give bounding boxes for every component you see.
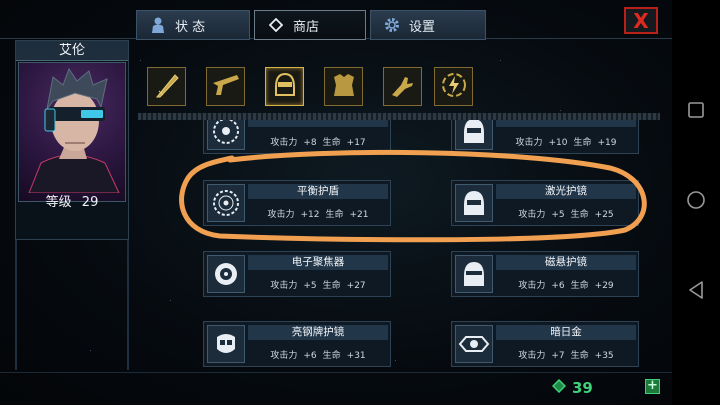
- armor-icon: [330, 71, 358, 103]
- item-stats: 攻击力 +7 生命 +35: [518, 351, 614, 361]
- item-stats: 攻击力 +5 生命 +25: [518, 210, 614, 220]
- lens-icon: [207, 255, 245, 293]
- item-name: 平衡护盾: [248, 184, 388, 199]
- item-name: 磁悬护镜: [496, 255, 636, 270]
- character-name: 艾伦: [16, 41, 128, 61]
- footer-divider: [0, 372, 672, 373]
- tab-status[interactable]: 状 态: [136, 10, 250, 40]
- item-name: 暗日金: [496, 325, 636, 340]
- shop-item[interactable]: 暗日金 攻击力 +7 生命 +35: [451, 321, 639, 367]
- shop-item[interactable]: 亮钢牌护镜 攻击力 +6 生命 +31: [203, 321, 391, 367]
- side-rail: [15, 240, 17, 370]
- energy-icon: [440, 71, 468, 103]
- category-helmet[interactable]: [265, 67, 304, 106]
- gem-icon: [551, 378, 567, 397]
- category-glove[interactable]: [383, 67, 422, 106]
- character-panel: 艾伦 等级 29: [15, 40, 129, 240]
- helmet-icon: [455, 184, 493, 222]
- shop-item[interactable]: 平衡护盾 攻击力 +12 生命 +21: [203, 180, 391, 226]
- level-row: 等级 29: [16, 191, 128, 210]
- triangle-back-icon: [687, 280, 705, 304]
- item-stats: 攻击力 +12 生命 +21: [267, 210, 369, 220]
- disc-icon: [207, 120, 245, 150]
- tab-status-label: 状 态: [175, 19, 206, 35]
- shop-item[interactable]: 激光护镜 攻击力 +5 生命 +25: [451, 180, 639, 226]
- add-label: +: [647, 378, 658, 393]
- helmet-icon: [455, 120, 493, 150]
- mask-icon: [207, 325, 245, 363]
- home-button[interactable]: [684, 190, 708, 214]
- item-stats: 攻击力 +5 生命 +27: [270, 281, 366, 291]
- recents-button[interactable]: [684, 100, 708, 124]
- helmet-icon: [271, 71, 299, 103]
- person-icon: [149, 16, 167, 34]
- tab-settings[interactable]: 设置: [370, 10, 486, 40]
- shop-item[interactable]: 攻击力 +10 生命 +19: [451, 120, 639, 154]
- category-energy[interactable]: [434, 67, 473, 106]
- shop-item[interactable]: 电子聚焦器 攻击力 +5 生命 +27: [203, 251, 391, 297]
- glove-icon: [389, 71, 417, 103]
- back-button[interactable]: [684, 280, 708, 304]
- tab-shop[interactable]: 商店: [254, 10, 366, 40]
- level-value: 29: [81, 195, 99, 210]
- category-armor[interactable]: [324, 67, 363, 106]
- diamond-icon: [267, 16, 285, 34]
- system-navigation-bar: [672, 0, 720, 405]
- blade-icon: [153, 71, 181, 103]
- shop-item-list: 攻击力 +8 生命 +17 攻击力 +10 生命 +19 平衡护盾 攻击力 +12 生命 +21 …: [138, 120, 660, 372]
- gear-icon: [383, 16, 401, 34]
- item-name: [248, 120, 388, 127]
- disc-icon: [207, 184, 245, 222]
- category-gun[interactable]: [206, 67, 245, 106]
- gun-icon: [211, 71, 241, 103]
- item-stats: 攻击力 +8 生命 +17: [270, 138, 366, 148]
- gem-count: 39: [572, 378, 593, 397]
- category-divider: [138, 113, 660, 120]
- item-stats: 攻击力 +6 生命 +29: [518, 281, 614, 291]
- game-screen: 状 态 商店 设置 X 艾伦 等级 29 攻击力 +8 生命 +17 攻击力 +…: [0, 0, 672, 405]
- tab-settings-label: 设置: [409, 19, 436, 35]
- item-stats: 攻击力 +6 生命 +31: [270, 351, 366, 361]
- character-portrait: [18, 62, 126, 202]
- item-name: 亮钢牌护镜: [248, 325, 388, 340]
- helmet-icon: [455, 255, 493, 293]
- square-icon: [687, 101, 705, 123]
- item-stats: 攻击力 +10 生命 +19: [515, 138, 617, 148]
- add-currency-button[interactable]: +: [645, 379, 660, 394]
- currency-display: 39: [551, 378, 593, 397]
- side-rail: [127, 240, 129, 370]
- shop-item[interactable]: 攻击力 +8 生命 +17: [203, 120, 391, 154]
- item-name: 激光护镜: [496, 184, 636, 199]
- category-blade[interactable]: [147, 67, 186, 106]
- close-button[interactable]: X: [624, 7, 658, 34]
- tab-shop-label: 商店: [293, 19, 320, 35]
- item-name: [496, 120, 636, 127]
- circle-icon: [686, 190, 706, 214]
- eye-icon: [455, 325, 493, 363]
- close-label: X: [633, 8, 649, 33]
- shop-item[interactable]: 磁悬护镜 攻击力 +6 生命 +29: [451, 251, 639, 297]
- level-label: 等级: [45, 195, 72, 210]
- item-name: 电子聚焦器: [248, 255, 388, 270]
